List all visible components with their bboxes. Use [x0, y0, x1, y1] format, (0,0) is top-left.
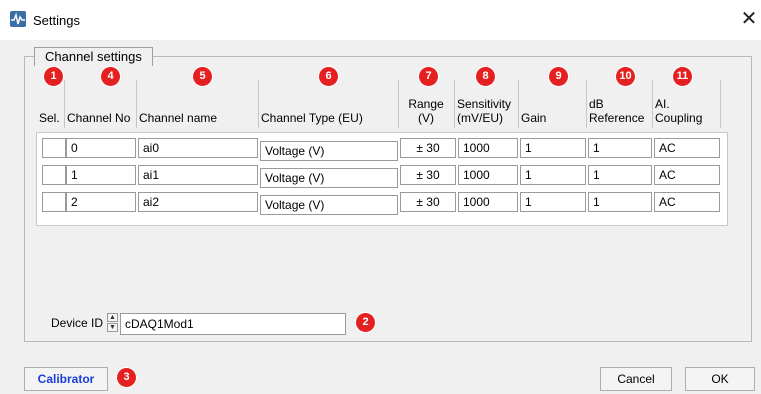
column-header-label: Range (V) [408, 97, 444, 125]
callout-badge-device: 2 [356, 313, 375, 332]
cell-ai-coupling[interactable]: AC [654, 138, 720, 158]
cell-gain[interactable]: 1 [520, 138, 586, 158]
column-header-sel: Sel. [36, 80, 65, 128]
cancel-button[interactable]: Cancel [600, 367, 672, 391]
cell-ai-coupling[interactable]: AC [654, 165, 720, 185]
cell-channel-type[interactable]: Voltage (V) [260, 168, 398, 188]
row-select-checkbox[interactable] [42, 192, 66, 212]
cell-range[interactable]: ± 30 [400, 138, 456, 158]
cell-db-reference[interactable]: 1 [588, 165, 652, 185]
ok-button[interactable]: OK [685, 367, 755, 391]
waveform-app-icon [10, 11, 26, 27]
spin-down-icon[interactable]: ▼ [107, 323, 118, 332]
column-header-label: Sensitivity (mV/EU) [457, 97, 512, 125]
column-header-channel-no: Channel No [64, 80, 137, 128]
channel-settings-tab[interactable]: Channel settings [34, 47, 153, 66]
callout-badge-channel-type: 6 [319, 67, 338, 86]
cell-gain[interactable]: 1 [520, 165, 586, 185]
cell-db-reference[interactable]: 1 [588, 138, 652, 158]
callout-badge-ai-coupling: 11 [673, 67, 692, 86]
column-header-label: AI. Coupling [655, 97, 703, 125]
cell-sensitivity[interactable]: 1000 [458, 138, 518, 158]
title-bar: Settings ✕ [0, 0, 761, 40]
cell-channel-name[interactable]: ai1 [138, 165, 258, 185]
row-select-checkbox[interactable] [42, 165, 66, 185]
callout-badge-sel: 1 [44, 67, 63, 86]
spin-up-icon[interactable]: ▲ [107, 313, 118, 322]
callout-badge-channel-no: 4 [101, 67, 120, 86]
cell-channel-type[interactable]: Voltage (V) [260, 195, 398, 215]
column-header-label: Channel name [139, 111, 218, 125]
callout-badge-sensitivity: 8 [476, 67, 495, 86]
column-header-label: Channel No [67, 111, 131, 125]
cell-gain[interactable]: 1 [520, 192, 586, 212]
column-header-label: dB Reference [589, 97, 645, 125]
column-header-sensitivity: Sensitivity (mV/EU) [454, 80, 519, 128]
column-header-label: Sel. [39, 111, 60, 125]
cell-db-reference[interactable]: 1 [588, 192, 652, 212]
cell-channel-no[interactable]: 0 [66, 138, 136, 158]
column-header-range: Range (V) [398, 80, 455, 128]
window-title: Settings [33, 13, 80, 28]
cell-sensitivity[interactable]: 1000 [458, 165, 518, 185]
column-header-channel-name: Channel name [136, 80, 259, 128]
callout-badge-range: 7 [419, 67, 438, 86]
callout-badge-channel-name: 5 [193, 67, 212, 86]
cell-channel-no[interactable]: 2 [66, 192, 136, 212]
cell-range[interactable]: ± 30 [400, 192, 456, 212]
device-id-input[interactable]: cDAQ1Mod1 [120, 313, 346, 335]
close-icon[interactable]: ✕ [738, 8, 760, 30]
calibrator-button[interactable]: Calibrator [24, 367, 108, 391]
cell-channel-name[interactable]: ai0 [138, 138, 258, 158]
callout-badge-db-reference: 10 [616, 67, 635, 86]
cell-channel-no[interactable]: 1 [66, 165, 136, 185]
column-header-label: Gain [521, 111, 547, 125]
cell-ai-coupling[interactable]: AC [654, 192, 720, 212]
cell-range[interactable]: ± 30 [400, 165, 456, 185]
column-header-ai-coupling: AI. Coupling [652, 80, 721, 128]
column-header-label: Channel Type (EU) [261, 111, 363, 125]
row-select-checkbox[interactable] [42, 138, 66, 158]
column-header-channel-type: Channel Type (EU) [258, 80, 399, 128]
cell-channel-name[interactable]: ai2 [138, 192, 258, 212]
callout-badge-gain: 9 [549, 67, 568, 86]
column-header-gain: Gain [518, 80, 587, 128]
cell-sensitivity[interactable]: 1000 [458, 192, 518, 212]
device-id-spinner[interactable]: ▲ ▼ [107, 313, 118, 333]
column-header-db-reference: dB Reference [586, 80, 653, 128]
callout-badge-calibrator: 3 [117, 368, 136, 387]
device-id-label: Device ID [51, 316, 104, 330]
cell-channel-type[interactable]: Voltage (V) [260, 141, 398, 161]
